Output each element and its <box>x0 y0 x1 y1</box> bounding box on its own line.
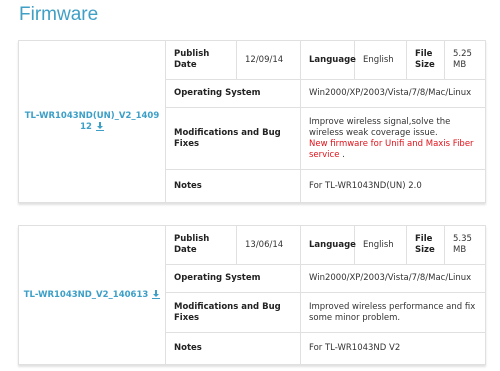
operating-system-value: Win2000/XP/2003/Vista/7/8/Mac/Linux <box>300 79 486 108</box>
operating-system-label: Operating System <box>165 79 301 108</box>
language-label: Language <box>300 40 356 80</box>
modifications-label: Modifications and Bug Fixes <box>165 292 301 333</box>
notes-label: Notes <box>165 332 301 365</box>
firmware-table-2: TL-WR1043ND_V2_140613 Publish Date 13/06… <box>18 225 486 365</box>
modifications-value: Improve wireless signal,solve the wirele… <box>300 107 486 170</box>
publish-date-label: Publish Date <box>165 40 237 80</box>
file-size-label: File Size <box>406 40 445 80</box>
operating-system-value: Win2000/XP/2003/Vista/7/8/Mac/Linux <box>300 264 486 293</box>
language-value: English <box>354 40 407 80</box>
notes-value: For TL-WR1043ND(UN) 2.0 <box>300 169 486 203</box>
firmware-file-cell: TL-WR1043ND(UN)_V2_140912 <box>18 40 166 203</box>
firmware-table-1: TL-WR1043ND(UN)_V2_140912 Publish Date 1… <box>18 40 486 203</box>
modifications-label: Modifications and Bug Fixes <box>165 107 301 170</box>
modifications-value: Improved wireless performance and fix so… <box>300 292 486 333</box>
file-size-label: File Size <box>406 225 445 265</box>
publish-date-value: 12/09/14 <box>236 40 301 80</box>
language-value: English <box>354 225 407 265</box>
language-label: Language <box>300 225 356 265</box>
firmware-download-link[interactable]: TL-WR1043ND(UN)_V2_140912 <box>25 111 160 132</box>
notes-label: Notes <box>165 169 301 203</box>
firmware-file-cell: TL-WR1043ND_V2_140613 <box>18 225 166 365</box>
modifications-suffix: . <box>339 149 345 160</box>
operating-system-label: Operating System <box>165 264 301 293</box>
modifications-text: Improve wireless signal,solve the wirele… <box>309 116 451 138</box>
firmware-file-name[interactable]: TL-WR1043ND_V2_140613 <box>24 290 149 300</box>
download-icon[interactable] <box>95 121 104 131</box>
publish-date-label: Publish Date <box>165 225 237 265</box>
firmware-file-name[interactable]: TL-WR1043ND(UN)_V2_140912 <box>25 111 160 132</box>
firmware-download-link[interactable]: TL-WR1043ND_V2_140613 <box>24 289 161 300</box>
file-size-value: 5.25 MB <box>444 40 486 80</box>
notes-value: For TL-WR1043ND V2 <box>300 332 486 365</box>
modifications-prefix: New firmware for <box>309 138 386 149</box>
file-size-value: 5.35 MB <box>444 225 486 265</box>
download-icon[interactable] <box>152 289 161 299</box>
publish-date-value: 13/06/14 <box>236 225 301 265</box>
page-title: Firmware <box>19 4 99 25</box>
